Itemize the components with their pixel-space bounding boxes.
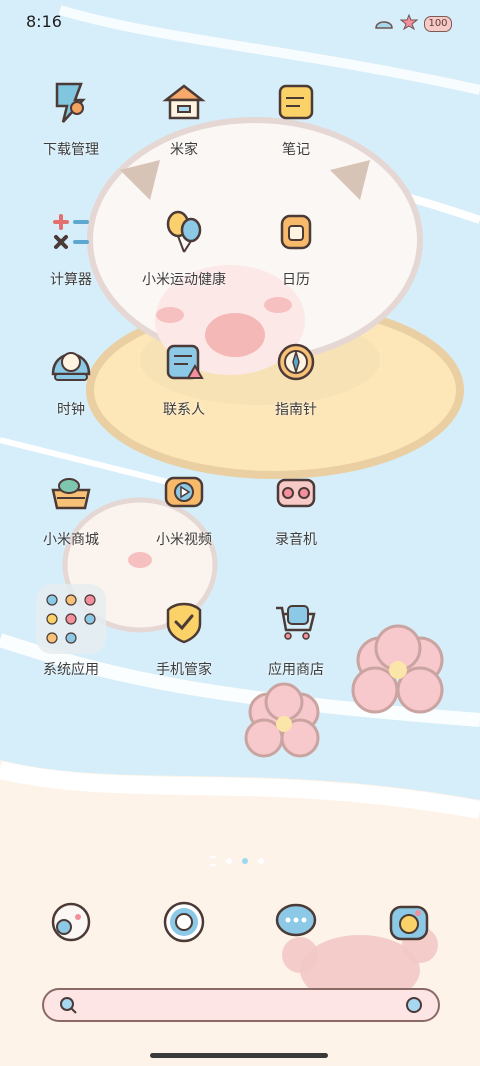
battery-indicator: 100	[424, 16, 452, 32]
app-calculator[interactable]: 计算器	[16, 208, 126, 318]
status-time: 8:16	[26, 12, 62, 31]
messages-icon	[275, 903, 317, 937]
app-security[interactable]: 手机管家	[129, 598, 239, 708]
home-indicator[interactable]	[150, 1053, 328, 1058]
video-icon	[160, 468, 208, 516]
app-label: 应用商店	[268, 662, 324, 678]
app-label: 下载管理	[43, 142, 99, 158]
app-label: 录音机	[275, 532, 317, 548]
download-manager-icon	[47, 78, 95, 126]
sheep-gallery-icon	[51, 902, 91, 942]
app-mi-fitness[interactable]: 小米运动健康	[129, 208, 239, 318]
calculator-icon	[47, 208, 95, 256]
app-label: 指南针	[275, 402, 317, 418]
app-notes[interactable]: 笔记	[241, 78, 351, 188]
app-download-manager[interactable]: 下载管理	[16, 78, 126, 188]
search-bar[interactable]	[42, 988, 440, 1022]
calendar-icon	[272, 208, 320, 256]
app-label: 小米视频	[156, 532, 212, 548]
app-clock[interactable]: 时钟	[16, 338, 126, 448]
app-mi-store[interactable]: 小米商城	[16, 468, 126, 578]
page-indicator	[210, 856, 264, 866]
status-bar: 8:16 100	[0, 0, 480, 44]
recorder-icon	[272, 468, 320, 516]
app-compass[interactable]: 指南针	[241, 338, 351, 448]
app-recorder[interactable]: 录音机	[241, 468, 351, 578]
security-icon	[160, 598, 208, 646]
app-store-icon	[272, 598, 320, 646]
page-dot	[226, 858, 232, 864]
page-dot-active	[242, 858, 248, 864]
dock-camera[interactable]	[384, 897, 434, 947]
search-icon	[58, 995, 78, 1019]
page-dot	[258, 858, 264, 864]
app-calendar[interactable]: 日历	[241, 208, 351, 318]
app-label: 计算器	[50, 272, 92, 288]
browser-ring-icon	[163, 901, 205, 943]
balloon-icon	[160, 208, 208, 256]
shopping-basket-icon	[47, 468, 95, 516]
app-label: 小米商城	[43, 532, 99, 548]
app-label: 小米运动健康	[142, 272, 226, 288]
app-label: 联系人	[163, 402, 205, 418]
app-label: 时钟	[57, 402, 85, 418]
dock-gallery[interactable]	[46, 897, 96, 947]
app-store[interactable]: 应用商店	[241, 598, 351, 708]
app-contacts[interactable]: 联系人	[129, 338, 239, 448]
app-label: 日历	[282, 272, 310, 288]
list-indicator-icon	[210, 856, 216, 866]
clock-icon	[47, 338, 95, 386]
app-label: 米家	[170, 142, 198, 158]
status-icons: 100	[374, 13, 452, 34]
folder-icon[interactable]	[36, 584, 106, 654]
compass-icon	[272, 338, 320, 386]
home-icon	[160, 78, 208, 126]
app-mi-home[interactable]: 米家	[129, 78, 239, 188]
app-mi-video[interactable]: 小米视频	[129, 468, 239, 578]
contacts-icon	[160, 338, 208, 386]
signal-icon	[374, 15, 394, 34]
dock-messages[interactable]	[271, 897, 321, 947]
dock-browser[interactable]	[159, 897, 209, 947]
camera-icon	[389, 905, 429, 941]
app-label: 系统应用	[43, 662, 99, 678]
app-label: 手机管家	[156, 662, 212, 678]
star-icon	[399, 13, 419, 34]
voice-search-icon[interactable]	[404, 995, 424, 1019]
notes-icon	[272, 78, 320, 126]
app-label: 笔记	[282, 142, 310, 158]
